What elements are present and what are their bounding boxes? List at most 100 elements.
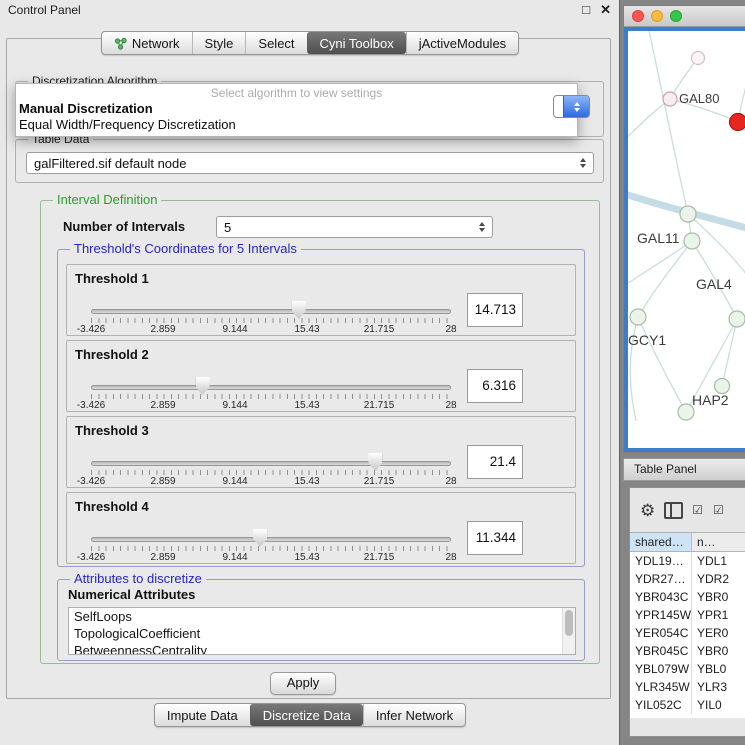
cell[interactable]: YER0: [692, 624, 745, 642]
threshold-3-panel: Threshold 3 -3.426 2.859 9.144 15.43 21.…: [66, 416, 576, 488]
scale-label: 28: [445, 476, 456, 487]
algorithm-combo-endcap[interactable]: [553, 95, 590, 118]
select-all-checkbox-icon[interactable]: ☑: [692, 504, 704, 516]
table-panel-window: ⚙ ☑ ☑ shared… n… YDL19…YDL1 YDR27…YDR2 Y…: [629, 487, 745, 737]
attributes-group: Attributes to discretize Numerical Attri…: [57, 579, 585, 661]
node-gal11[interactable]: [680, 206, 696, 222]
interval-definition-group-title: Interval Definition: [53, 193, 161, 207]
gear-icon[interactable]: ⚙: [640, 502, 655, 519]
node-gal4[interactable]: [684, 233, 700, 249]
cell[interactable]: YBR043C: [630, 588, 692, 606]
cell[interactable]: YDL19…: [630, 552, 692, 570]
network-canvas[interactable]: GAL80 GAL11 GAL4 GCY1 HAP2: [628, 31, 745, 448]
cell[interactable]: YIL052C: [630, 696, 692, 714]
tab-jactivemodules[interactable]: jActiveModules: [406, 32, 518, 54]
cell[interactable]: YIL0: [692, 696, 745, 714]
threshold-2-slider: -3.426 2.859 9.144 15.43 21.715 28: [91, 381, 451, 411]
threshold-2-value-field[interactable]: 6.316: [467, 369, 523, 403]
tab-impute-data[interactable]: Impute Data: [155, 704, 250, 726]
cell[interactable]: YBL079W: [630, 660, 692, 678]
scale-label: 15.43: [294, 476, 319, 487]
column-header-name[interactable]: n…: [692, 533, 745, 551]
threshold-1-value-field[interactable]: 14.713: [467, 293, 523, 327]
list-item[interactable]: BetweennessCentrality: [69, 642, 575, 655]
table-row[interactable]: YLR345WYLR3: [630, 678, 745, 696]
apply-button[interactable]: Apply: [270, 672, 336, 695]
scale-label: 2.859: [150, 476, 175, 487]
threshold-3-value-field[interactable]: 21.4: [467, 445, 523, 479]
table-header-row: shared… n…: [630, 532, 745, 552]
table-data-combo[interactable]: galFiltered.sif default node: [26, 152, 594, 174]
scale-label: 21.715: [364, 400, 395, 411]
threshold-4-label: Threshold 4: [75, 499, 149, 514]
minimize-traffic-light[interactable]: [651, 10, 663, 22]
tab-style[interactable]: Style: [192, 32, 246, 54]
table-row[interactable]: YDR27…YDR2: [630, 570, 745, 588]
cell[interactable]: YPR145W: [630, 606, 692, 624]
threshold-4-slider-thumb[interactable]: [253, 529, 267, 547]
node-selected-red[interactable]: [730, 114, 745, 131]
cell[interactable]: YBR0: [692, 642, 745, 660]
slider-scale-labels: -3.426 2.859 9.144 15.43 21.715 28: [91, 400, 451, 412]
list-item[interactable]: TopologicalCoefficient: [69, 625, 575, 642]
zoom-traffic-light[interactable]: [670, 10, 682, 22]
close-icon[interactable]: ✕: [600, 3, 611, 16]
threshold-4-value-field[interactable]: 11.344: [467, 521, 523, 555]
table-row[interactable]: YBL079WYBL0: [630, 660, 745, 678]
tab-select[interactable]: Select: [245, 32, 306, 54]
table-row[interactable]: YBR045CYBR0: [630, 642, 745, 660]
slider-ticks: [91, 318, 452, 323]
node[interactable]: [692, 52, 705, 65]
table-row[interactable]: YPR145WYPR1: [630, 606, 745, 624]
cell[interactable]: YBL0: [692, 660, 745, 678]
scrollbar-thumb[interactable]: [565, 610, 573, 636]
list-scrollbar[interactable]: [562, 608, 575, 654]
table-row[interactable]: YBR043CYBR0: [630, 588, 745, 606]
node-gcy1[interactable]: [630, 309, 646, 325]
table-row[interactable]: YDL19…YDL1: [630, 552, 745, 570]
cell[interactable]: YBR045C: [630, 642, 692, 660]
column-header-shared-name[interactable]: shared…: [630, 533, 692, 551]
scale-label: -3.426: [77, 324, 105, 335]
cell[interactable]: YDL1: [692, 552, 745, 570]
cell[interactable]: YBR0: [692, 588, 745, 606]
scale-label: 2.859: [150, 552, 175, 563]
select-none-checkbox-icon[interactable]: ☑: [713, 504, 725, 516]
scale-label: 28: [445, 324, 456, 335]
close-traffic-light[interactable]: [632, 10, 644, 22]
node-gal80[interactable]: [663, 92, 677, 106]
scale-label: 15.43: [294, 400, 319, 411]
cell[interactable]: YDR27…: [630, 570, 692, 588]
threshold-3-slider-thumb[interactable]: [368, 453, 382, 471]
tab-network[interactable]: Network: [102, 32, 192, 54]
float-window-icon[interactable]: □: [582, 3, 590, 16]
slider-track[interactable]: [91, 385, 451, 390]
threshold-4-slider: -3.426 2.859 9.144 15.43 21.715 28: [91, 533, 451, 563]
threshold-3-label: Threshold 3: [75, 423, 149, 438]
cell[interactable]: YDR2: [692, 570, 745, 588]
column-chooser-icon[interactable]: [664, 502, 683, 519]
popup-option-manual-discretization[interactable]: Manual Discretization: [16, 101, 577, 117]
cell[interactable]: YLR3: [692, 678, 745, 696]
threshold-1-slider-thumb[interactable]: [292, 301, 306, 319]
tab-infer-network[interactable]: Infer Network: [363, 704, 465, 726]
tab-cyni-toolbox[interactable]: Cyni Toolbox: [307, 32, 406, 54]
number-of-intervals-combo[interactable]: 5: [216, 216, 493, 238]
tab-discretize-data[interactable]: Discretize Data: [250, 704, 363, 726]
table-row[interactable]: YIL052CYIL0: [630, 696, 745, 714]
list-item[interactable]: SelfLoops: [69, 608, 575, 625]
cell[interactable]: YPR1: [692, 606, 745, 624]
scale-label: 28: [445, 552, 456, 563]
slider-track[interactable]: [91, 537, 451, 542]
network-window-titlebar: [624, 6, 745, 27]
cell[interactable]: YLR345W: [630, 678, 692, 696]
slider-track[interactable]: [91, 461, 451, 466]
node[interactable]: [729, 311, 745, 327]
table-row[interactable]: YER054CYER0: [630, 624, 745, 642]
popup-option-equal-width-frequency[interactable]: Equal Width/Frequency Discretization: [16, 117, 577, 133]
scale-label: 9.144: [222, 552, 247, 563]
threshold-2-slider-thumb[interactable]: [196, 377, 210, 395]
cell[interactable]: YER054C: [630, 624, 692, 642]
bottom-tab-bar: Impute Data Discretize Data Infer Networ…: [0, 703, 620, 727]
slider-track[interactable]: [91, 309, 451, 314]
